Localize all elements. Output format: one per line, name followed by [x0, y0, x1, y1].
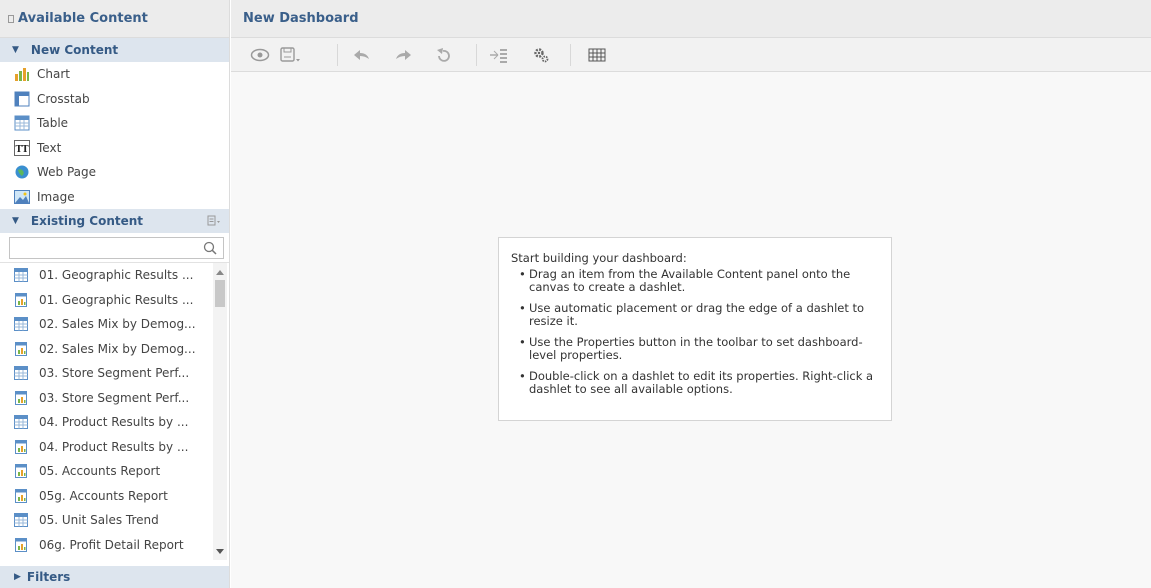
save-icon[interactable]: [280, 46, 300, 64]
report-icon: [14, 488, 28, 503]
text-icon: TT: [14, 139, 30, 156]
preview-icon[interactable]: [250, 46, 270, 64]
undo-icon[interactable]: [352, 46, 372, 64]
filters-label: Filters: [26, 570, 71, 584]
expand-triangle-icon[interactable]: ▼: [12, 216, 19, 226]
existing-content-header[interactable]: ▼ Existing Content: [0, 209, 229, 233]
collapsed-triangle-icon[interactable]: ▶: [14, 572, 21, 582]
dashboard-toolbar: [231, 38, 1151, 72]
expand-triangle-icon[interactable]: ▼: [12, 45, 19, 55]
report-icon: [14, 292, 28, 307]
item-label: Text: [37, 140, 62, 155]
item-label: Crosstab: [37, 91, 90, 106]
existing-content-item[interactable]: 04. Product Results by ...: [0, 435, 229, 460]
new-content-item-crosstab[interactable]: Crosstab: [0, 87, 229, 112]
panel-title-bar: Available Content: [0, 0, 229, 38]
item-label: 02. Sales Mix by Demog...: [39, 341, 196, 356]
item-label: Chart: [37, 67, 70, 82]
item-label: 05g. Accounts Report: [39, 488, 168, 503]
new-content-list: Chart Crosstab Table TT Text Web Page Im…: [0, 62, 229, 209]
collapse-panel-icon[interactable]: [8, 14, 14, 23]
new-content-item-web-page[interactable]: Web Page: [0, 160, 229, 185]
report-icon: [14, 390, 28, 405]
new-content-item-image[interactable]: Image: [0, 185, 229, 210]
undo-all-icon[interactable]: [433, 46, 453, 64]
report-icon: [14, 464, 28, 479]
layout-icon[interactable]: [489, 46, 509, 64]
dashboard-title: New Dashboard: [243, 11, 359, 26]
scroll-down-icon[interactable]: [216, 549, 224, 554]
new-content-item-text[interactable]: TT Text: [0, 136, 229, 161]
item-label: 04. Product Results by ...: [39, 415, 189, 430]
dashboard-area: New Dashboard Start building your dashbo…: [231, 0, 1151, 588]
item-label: Web Page: [37, 165, 97, 180]
web-page-icon: [14, 164, 30, 180]
item-label: Image: [37, 189, 75, 204]
table-icon: [14, 268, 28, 283]
existing-content-item[interactable]: 04. Product Results by ...: [0, 410, 229, 435]
existing-content-item[interactable]: 01. Geographic Results ...: [0, 263, 229, 288]
hint-item: Use the Properties button in the toolbar…: [511, 336, 879, 362]
item-label: Table: [37, 116, 69, 131]
svg-text:TT: TT: [15, 145, 28, 155]
table-icon: [14, 115, 30, 131]
hint-item: Drag an item from the Available Content …: [511, 268, 879, 294]
existing-content-item[interactable]: 05. Accounts Report: [0, 459, 229, 484]
item-label: 05. Accounts Report: [39, 464, 161, 479]
item-label: 06g. Profit Detail Report: [39, 537, 184, 552]
existing-content-item[interactable]: 02. Sales Mix by Demog...: [0, 312, 229, 337]
hint-list: Drag an item from the Available Content …: [511, 268, 879, 396]
toolbar-separator: [570, 44, 571, 66]
hint-title: Start building your dashboard:: [511, 251, 687, 265]
existing-content-item[interactable]: 05g. Accounts Report: [0, 484, 229, 509]
item-label: 03. Store Segment Perf...: [39, 366, 190, 381]
new-content-label: New Content: [30, 43, 119, 57]
new-content-item-chart[interactable]: Chart: [0, 62, 229, 87]
table-icon: [14, 415, 28, 430]
item-label: 04. Product Results by ...: [39, 439, 189, 454]
redo-icon[interactable]: [393, 46, 413, 64]
item-label: 05. Unit Sales Trend: [39, 513, 159, 528]
filters-header[interactable]: ▶ Filters: [0, 566, 229, 588]
item-label: 02. Sales Mix by Demog...: [39, 317, 196, 332]
table-icon: [14, 513, 28, 528]
existing-content-item[interactable]: 03. Store Segment Perf...: [0, 386, 229, 411]
existing-content-item[interactable]: 02. Sales Mix by Demog...: [0, 337, 229, 362]
new-content-header[interactable]: ▼ New Content: [0, 38, 229, 62]
image-icon: [14, 189, 30, 205]
hint-item: Use automatic placement or drag the edge…: [511, 302, 879, 328]
properties-icon[interactable]: [531, 46, 551, 64]
table-icon: [14, 317, 28, 332]
hint-item: Double-click on a dashlet to edit its pr…: [511, 370, 879, 396]
new-content-item-table[interactable]: Table: [0, 111, 229, 136]
table-icon: [14, 366, 28, 381]
item-label: 01. Geographic Results ...: [39, 268, 194, 283]
chart-icon: [14, 66, 30, 82]
existing-content-list[interactable]: 01. Geographic Results ... 01. Geographic…: [0, 262, 229, 560]
existing-content-item[interactable]: 03. Store Segment Perf...: [0, 361, 229, 386]
list-options-icon[interactable]: [207, 215, 221, 227]
existing-content-item[interactable]: 01. Geographic Results ...: [0, 288, 229, 313]
scrollbar-thumb[interactable]: [215, 280, 225, 307]
report-icon: [14, 439, 28, 454]
report-icon: [14, 341, 28, 356]
available-content-panel: Available Content ▼ New Content Chart Cr…: [0, 0, 230, 588]
panel-title: Available Content: [18, 11, 148, 26]
existing-content-label: Existing Content: [30, 214, 144, 228]
list-scrollbar[interactable]: [213, 263, 227, 560]
crosstab-icon: [14, 91, 30, 107]
scroll-up-icon[interactable]: [216, 270, 224, 275]
report-icon: [14, 537, 28, 552]
existing-content-item[interactable]: 05. Unit Sales Trend: [0, 508, 229, 533]
getting-started-hint: Start building your dashboard: Drag an i…: [498, 237, 892, 421]
dashboard-title-bar: New Dashboard: [231, 0, 1151, 38]
existing-content-search-input[interactable]: [9, 237, 224, 259]
item-label: 03. Store Segment Perf...: [39, 390, 190, 405]
item-label: 01. Geographic Results ...: [39, 292, 194, 307]
search-icon[interactable]: [203, 241, 217, 258]
existing-content-item[interactable]: 06g. Profit Detail Report: [0, 533, 229, 558]
toolbar-separator: [476, 44, 477, 66]
toolbar-separator: [337, 44, 338, 66]
grid-icon[interactable]: [587, 46, 607, 64]
